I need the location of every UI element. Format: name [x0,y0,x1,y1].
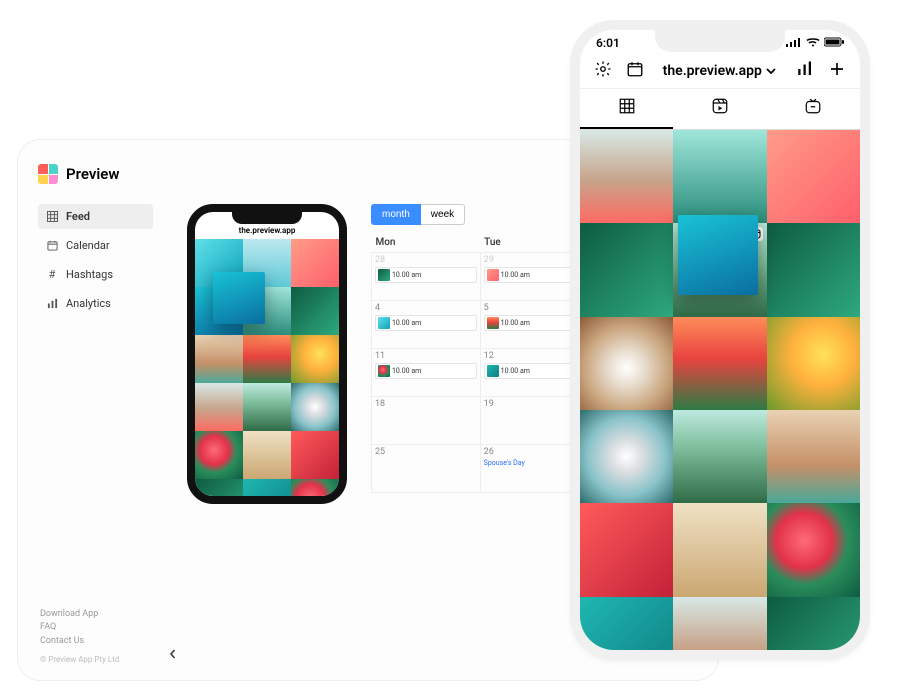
feed-cell[interactable] [767,130,860,223]
phone-toolbar: the.preview.app [580,52,860,88]
feed-cell[interactable] [673,597,766,660]
calendar-cell[interactable]: 18 [372,397,481,445]
phone-mockup: 6:01 the.preview.app [570,20,870,660]
phone-notch [232,212,302,224]
calendar-cell[interactable]: 25 [372,445,481,493]
status-time: 6:01 [596,36,620,50]
feed-cell[interactable] [673,317,766,410]
analytics-icon [46,298,58,309]
calendar-day-header: Mon [372,233,481,253]
signal-icon [786,36,802,50]
mini-grid-cell [291,239,339,287]
sidebar-item-calendar[interactable]: Calendar [38,233,153,258]
battery-icon [824,36,844,50]
mini-grid-cell [291,479,339,504]
wifi-icon [806,36,820,50]
tab-reels[interactable] [673,89,766,129]
sidebar-item-label: Hashtags [66,268,113,281]
feed-cell[interactable] [580,503,673,596]
igtv-icon [804,97,822,115]
phone-notch [655,30,785,52]
sidebar-item-label: Feed [66,210,90,223]
add-button[interactable] [828,60,846,82]
sidebar-collapse-button[interactable] [168,648,178,662]
calendar-event[interactable]: 10.00 am [375,267,477,283]
hashtag-icon: # [46,268,58,281]
mini-grid-cell [195,383,243,431]
calendar-cell[interactable]: 28 10.00 am [372,253,481,301]
feed-cell[interactable] [767,410,860,503]
calendar-event[interactable]: 10.00 am [375,315,477,331]
feed-cell[interactable] [673,410,766,503]
feed-cell[interactable] [580,130,673,223]
sidebar-item-label: Analytics [66,297,111,310]
feed-cell[interactable] [580,223,673,316]
calendar-button[interactable] [626,60,644,82]
chevron-down-icon [765,65,777,77]
mini-grid-cell [243,383,291,431]
mini-dragging-tile[interactable] [213,272,265,324]
mini-grid-cell [291,431,339,479]
app-title: Preview [66,165,119,183]
feed-cell[interactable] [767,317,860,410]
feed-cell[interactable] [580,597,673,660]
sidebar-item-label: Calendar [66,239,110,252]
preview-logo-icon [38,164,58,184]
tab-igtv[interactable] [767,89,860,129]
feed-cell[interactable] [767,223,860,316]
calendar-icon [46,240,58,251]
calendar-cell[interactable]: 11 10.00 am [372,349,481,397]
footer-links: Download App FAQ Contact Us © Preview Ap… [40,608,119,667]
phone-tabs [580,88,860,130]
account-switcher[interactable]: the.preview.app [663,63,778,79]
calendar-toggle-week[interactable]: week [421,204,465,225]
tab-grid[interactable] [580,89,673,129]
feed-cell[interactable] [580,410,673,503]
mini-phone-preview: the.preview.app [187,204,347,504]
calendar-event[interactable]: 10.00 am [375,363,477,379]
analytics-button[interactable] [796,60,814,82]
grid-icon [46,211,58,222]
sidebar-item-feed[interactable]: Feed [38,204,153,229]
feed-cell[interactable] [580,317,673,410]
mini-grid-cell [243,431,291,479]
reels-icon [711,97,729,115]
mini-grid-cell [195,335,243,383]
phone-feed-grid [580,130,860,660]
mini-grid-cell [291,335,339,383]
footer-link-download[interactable]: Download App [40,608,119,622]
sidebar: Feed Calendar # Hashtags Analytics [38,204,153,504]
calendar-toggle-month[interactable]: month [371,204,421,225]
mini-grid-cell [243,479,291,504]
feed-cell[interactable] [673,503,766,596]
mini-grid-cell [291,383,339,431]
feed-cell[interactable] [767,597,860,660]
mini-grid-cell [291,287,339,335]
footer-link-faq[interactable]: FAQ [40,621,119,635]
settings-button[interactable] [594,60,612,82]
feed-cell[interactable] [673,130,766,223]
sidebar-item-analytics[interactable]: Analytics [38,291,153,316]
footer-link-contact[interactable]: Contact Us [40,635,119,649]
grid-icon [618,97,636,115]
footer-copyright: © Preview App Pty Ltd [40,654,119,666]
calendar-cell[interactable]: 4 10.00 am [372,301,481,349]
feed-cell[interactable] [767,503,860,596]
dragging-tile[interactable] [678,215,758,295]
sidebar-item-hashtags[interactable]: # Hashtags [38,262,153,287]
mini-grid-cell [195,479,243,504]
mini-grid-cell [195,431,243,479]
mini-grid-cell [243,335,291,383]
